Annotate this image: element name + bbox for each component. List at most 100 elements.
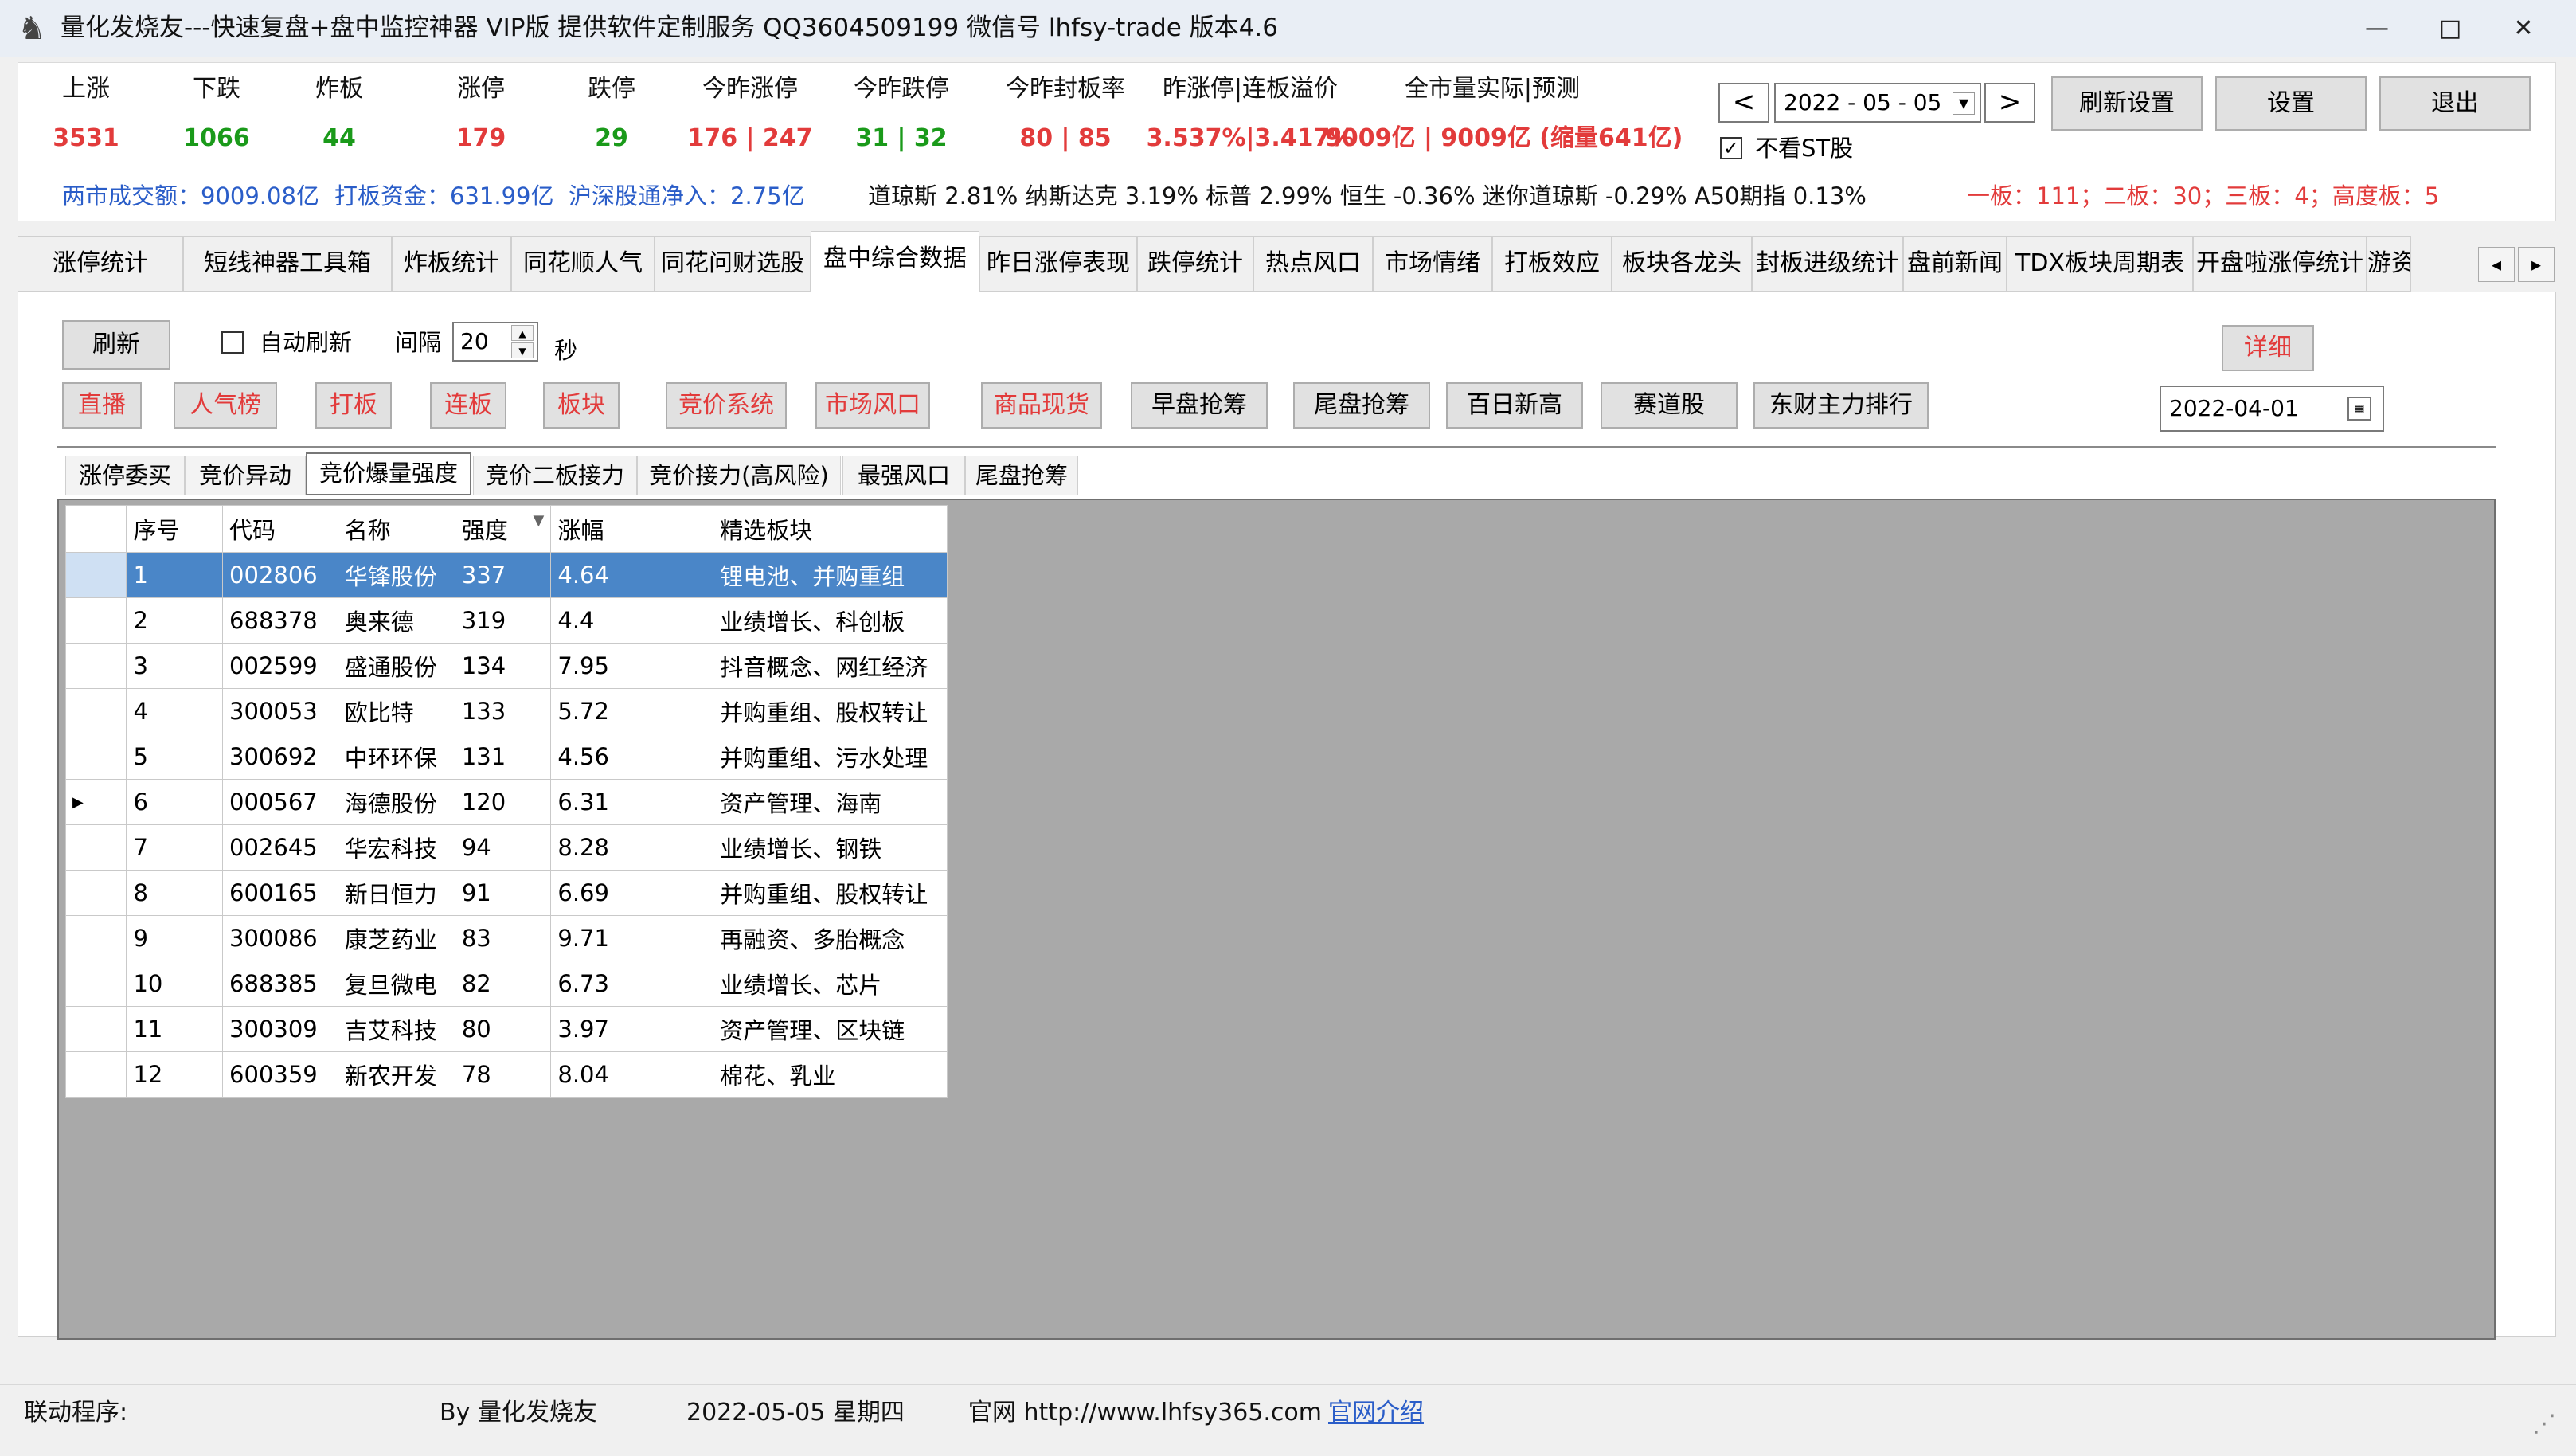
table-cell[interactable]: 1	[126, 552, 224, 598]
tab-5[interactable]: 同花问财选股	[655, 236, 811, 292]
column-header[interactable]: 精选板块	[713, 505, 948, 553]
table-row[interactable]: 3 002599 盛通股份 134 7.95 抖音概念、网红经济	[64, 643, 948, 689]
tab-11[interactable]: 打板效应	[1492, 236, 1612, 292]
calendar-icon[interactable]: ▦	[2347, 397, 2371, 421]
next-date-button[interactable]: >	[1984, 83, 2035, 123]
table-cell[interactable]: 华宏科技	[337, 824, 455, 871]
table-row[interactable]: 4 300053 欧比特 133 5.72 并购重组、股权转让	[64, 688, 948, 734]
table-cell[interactable]: 业绩增长、芯片	[713, 961, 948, 1007]
table-cell[interactable]: 83	[454, 915, 552, 961]
table-row[interactable]: 11 300309 吉艾科技 80 3.97 资产管理、区块链	[64, 1006, 948, 1052]
close-button[interactable]: ✕	[2488, 0, 2559, 57]
table-cell[interactable]: 600359	[222, 1051, 338, 1098]
hide-st-checkbox[interactable]: ✓	[1720, 137, 1742, 159]
tab-14[interactable]: 盘前新闻	[1903, 236, 2007, 292]
tab-12[interactable]: 板块各龙头	[1612, 236, 1752, 292]
table-cell[interactable]: 8	[126, 870, 224, 916]
table-cell[interactable]: 6.73	[550, 961, 714, 1007]
column-header[interactable]: 强度 ▼	[454, 505, 552, 553]
date-picker[interactable]: 2022 - 05 - 05 ▼	[1774, 83, 1981, 123]
table-cell[interactable]: 3.97	[550, 1006, 714, 1052]
table-cell[interactable]: 康芝药业	[337, 915, 455, 961]
tab-3[interactable]: 炸板统计	[392, 236, 511, 292]
sub-tab-1[interactable]: 涨停委买	[65, 456, 185, 495]
table-cell[interactable]: 002806	[222, 552, 338, 598]
quick-button[interactable]: 市场风口	[815, 382, 930, 429]
table-cell[interactable]: 复旦微电	[337, 961, 455, 1007]
tab-16[interactable]: 开盘啦涨停统计	[2193, 236, 2367, 292]
table-cell[interactable]: 欧比特	[337, 688, 455, 734]
row-indicator[interactable]	[64, 734, 127, 780]
table-cell[interactable]: 300086	[222, 915, 338, 961]
table-cell[interactable]: 资产管理、海南	[713, 779, 948, 825]
quick-button[interactable]: 早盘抢筹	[1131, 382, 1268, 429]
table-cell[interactable]: 2	[126, 597, 224, 644]
table-cell[interactable]: 3	[126, 643, 224, 689]
auto-refresh-checkbox[interactable]	[221, 331, 244, 354]
column-header[interactable]: 名称	[337, 505, 455, 553]
table-cell[interactable]: 奥来德	[337, 597, 455, 644]
row-indicator[interactable]	[64, 1006, 127, 1052]
row-indicator[interactable]	[64, 961, 127, 1007]
table-cell[interactable]: 688378	[222, 597, 338, 644]
table-row[interactable]: 1 002806 华锋股份 337 4.64 锂电池、并购重组	[64, 552, 948, 598]
table-cell[interactable]: 新农开发	[337, 1051, 455, 1098]
sub-tab-4[interactable]: 竞价二板接力	[473, 456, 637, 495]
table-row[interactable]: 2 688378 奥来德 319 4.4 业绩增长、科创板	[64, 597, 948, 644]
table-cell[interactable]: 002645	[222, 824, 338, 871]
table-row[interactable]: 5 300692 中环环保 131 4.56 并购重组、污水处理	[64, 734, 948, 780]
table-cell[interactable]: 7	[126, 824, 224, 871]
table-cell[interactable]: 688385	[222, 961, 338, 1007]
table-cell[interactable]: 4.64	[550, 552, 714, 598]
table-cell[interactable]: 华锋股份	[337, 552, 455, 598]
table-cell[interactable]: 再融资、多胎概念	[713, 915, 948, 961]
table-row[interactable]: 7 002645 华宏科技 94 8.28 业绩增长、钢铁	[64, 824, 948, 871]
table-cell[interactable]: 盛通股份	[337, 643, 455, 689]
tab-8[interactable]: 跌停统计	[1137, 236, 1253, 292]
table-cell[interactable]: 业绩增长、科创板	[713, 597, 948, 644]
tab-scroll-right-button[interactable]: ▸	[2518, 247, 2555, 282]
sub-tab-6[interactable]: 最强风口	[842, 456, 965, 495]
quick-button[interactable]: 直播	[62, 382, 142, 429]
table-cell[interactable]: 7.95	[550, 643, 714, 689]
column-header[interactable]: 涨幅	[550, 505, 714, 553]
tab-10[interactable]: 市场情绪	[1373, 236, 1492, 292]
table-cell[interactable]: 91	[454, 870, 552, 916]
settings-button[interactable]: 设置	[2215, 76, 2367, 131]
table-cell[interactable]: 82	[454, 961, 552, 1007]
row-indicator[interactable]	[64, 643, 127, 689]
website-intro-link[interactable]: 官网介绍	[1328, 1397, 1424, 1429]
sub-tab-7[interactable]: 尾盘抢筹	[965, 456, 1078, 495]
sub-tab-2[interactable]: 竞价异动	[185, 456, 306, 495]
table-cell[interactable]: 300309	[222, 1006, 338, 1052]
resize-grip-icon[interactable]: ⋰	[2532, 1410, 2556, 1438]
tab-scroll-left-button[interactable]: ◂	[2478, 247, 2515, 282]
maximize-button[interactable]: □	[2414, 0, 2486, 57]
table-cell[interactable]: 4.56	[550, 734, 714, 780]
refresh-settings-button[interactable]: 刷新设置	[2051, 76, 2203, 131]
quick-button[interactable]: 人气榜	[174, 382, 277, 429]
sort-desc-icon[interactable]: ▼	[534, 512, 545, 529]
tab-2[interactable]: 短线神器工具箱	[183, 236, 392, 292]
table-cell[interactable]: 10	[126, 961, 224, 1007]
quick-button[interactable]: 尾盘抢筹	[1293, 382, 1430, 429]
tab-17[interactable]: 游资	[2367, 236, 2411, 292]
table-cell[interactable]: 337	[454, 552, 552, 598]
table-cell[interactable]: 300053	[222, 688, 338, 734]
quick-button[interactable]: 百日新高	[1446, 382, 1583, 429]
tab-4[interactable]: 同花顺人气	[511, 236, 655, 292]
table-row[interactable]: 9 300086 康芝药业 83 9.71 再融资、多胎概念	[64, 915, 948, 961]
table-cell[interactable]: 6.69	[550, 870, 714, 916]
table-cell[interactable]: 8.04	[550, 1051, 714, 1098]
table-cell[interactable]: 锂电池、并购重组	[713, 552, 948, 598]
table-cell[interactable]: 80	[454, 1006, 552, 1052]
spin-up-icon[interactable]: ▲	[511, 325, 534, 341]
table-cell[interactable]: 并购重组、股权转让	[713, 870, 948, 916]
row-indicator[interactable]	[64, 915, 127, 961]
table-cell[interactable]: 海德股份	[337, 779, 455, 825]
quick-button[interactable]: 连板	[430, 382, 506, 429]
minimize-button[interactable]: —	[2341, 0, 2413, 57]
table-cell[interactable]: 并购重组、污水处理	[713, 734, 948, 780]
table-cell[interactable]: 棉花、乳业	[713, 1051, 948, 1098]
exit-button[interactable]: 退出	[2379, 76, 2531, 131]
